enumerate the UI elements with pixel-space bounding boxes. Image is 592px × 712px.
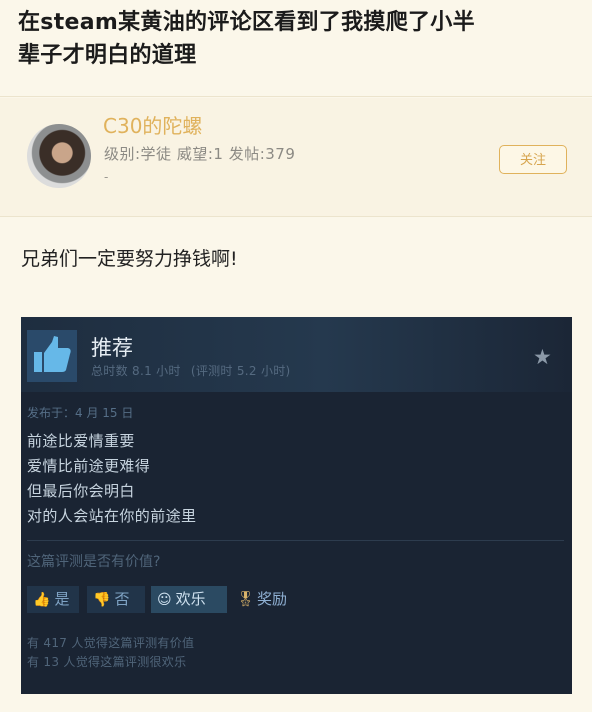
review-verdict: 推荐 <box>91 336 133 360</box>
thumbs-up-icon: 👍 <box>33 592 51 608</box>
review-line-3: 但最后你会明白 <box>27 482 135 500</box>
review-line-1: 前途比爱情重要 <box>27 432 135 450</box>
star-icon[interactable]: ★ <box>533 345 552 369</box>
vote-no-button[interactable]: 👎 否 <box>87 586 145 613</box>
post-title-line-1: 在steam某黄油的评论区看到了我摸爬了小半 <box>18 10 475 35</box>
avatar[interactable] <box>27 124 91 188</box>
review-hours: 总时数 8.1 小时 (评测时 5.2 小时) <box>91 362 297 379</box>
post-title-line-2: 辈子才明白的道理 <box>18 43 197 68</box>
review-line-4: 对的人会站在你的前途里 <box>27 507 197 525</box>
posted-date: 发布于：4 月 15 日 <box>27 406 134 420</box>
vote-no-label: 否 <box>114 590 130 608</box>
post-title: 在steam某黄油的评论区看到了我摸爬了小半 辈子才明白的道理 <box>18 6 578 72</box>
author-meta: 级别:学徒 威望:1 发帖:379 <box>104 145 296 163</box>
follow-button[interactable]: 关注 <box>499 145 567 174</box>
hours-at-review: (评测时 5.2 小时) <box>190 364 291 378</box>
divider <box>0 216 592 217</box>
hours-total: 总时数 8.1 小时 <box>91 364 181 378</box>
award-icon: 🎖 <box>236 590 256 608</box>
divider <box>0 96 592 97</box>
review-line-2: 爱情比前途更难得 <box>27 457 151 475</box>
award-label: 奖励 <box>257 590 288 608</box>
smiley-icon: ☺ <box>157 592 172 608</box>
vote-funny-label: 欢乐 <box>175 590 206 608</box>
thumbs-up-icon <box>27 330 77 382</box>
post-body: 兄弟们一定要努力挣钱啊! <box>21 248 238 270</box>
helpful-count: 有 417 人觉得这篇评测有价值 <box>27 636 195 650</box>
vote-yes-button[interactable]: 👍 是 <box>27 586 79 613</box>
award-button[interactable]: 🎖 奖励 <box>236 586 287 613</box>
funny-count: 有 13 人觉得这篇评测很欢乐 <box>27 655 187 669</box>
vote-funny-button[interactable]: ☺ 欢乐 <box>151 586 227 613</box>
steam-review-screenshot: 推荐 总时数 8.1 小时 (评测时 5.2 小时) ★ 发布于：4 月 15 … <box>21 317 572 694</box>
author-name[interactable]: C30的陀螺 <box>103 110 202 139</box>
thumbs-down-icon: 👎 <box>93 592 111 608</box>
divider <box>27 540 564 541</box>
author-meta-extra: - <box>104 170 109 184</box>
vote-yes-label: 是 <box>54 590 70 608</box>
helpful-question: 这篇评测是否有价值? <box>27 554 161 570</box>
